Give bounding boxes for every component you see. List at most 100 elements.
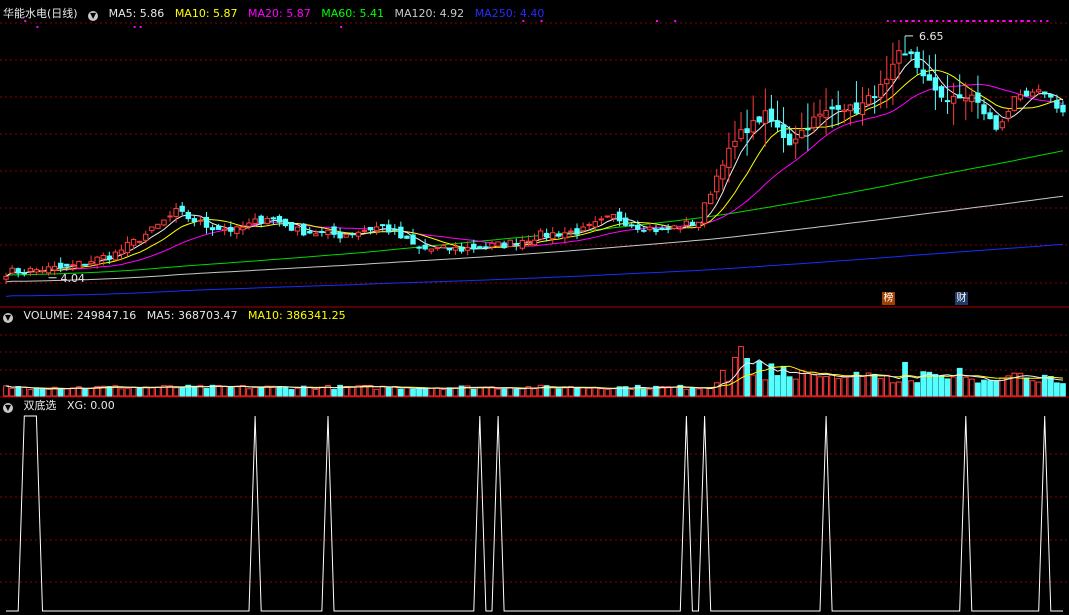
candle-body [337,231,343,239]
signal-marker [983,20,986,22]
volume-bar [142,386,149,397]
high-price-label: 6.65 [919,30,944,43]
candle [300,223,307,237]
candle-body [610,213,617,219]
volume-bar [968,378,975,397]
volume-bar [817,376,823,397]
candle [258,214,264,228]
signal-marker [965,20,968,22]
price-header: 华能水电(日线) ▼ MA5: 5.86 MA10: 5.87 MA20: 5.… [3,7,551,21]
candle [343,233,349,238]
volume-bar [440,389,447,397]
candle-body [477,246,483,249]
candle-body [252,218,258,224]
candle-body [969,94,975,103]
volume-bar [373,388,380,397]
candle [203,211,210,234]
candle [732,120,738,160]
signal-marker [924,20,927,22]
candle-body [768,108,775,122]
expand-icon[interactable]: ▼ [3,313,13,323]
volume-bar [732,357,738,397]
candle [398,221,404,240]
candle-body [556,233,562,237]
candle [756,115,762,125]
candle-body [422,244,428,250]
candle-body [671,225,677,230]
candle-body [884,78,890,85]
volume-bar [841,376,848,397]
candle [665,224,671,234]
candle-body [665,227,671,230]
candle-body [458,246,465,252]
candle-body [15,268,21,274]
volume-bar [604,389,611,397]
candle-body [793,138,799,144]
volume-bar [495,388,501,397]
volume-bar [513,388,520,397]
indicator-name: 双底选 [23,399,57,412]
candle [82,263,88,266]
signal-marker [899,20,902,22]
candle-body [878,84,884,98]
candle-body [981,104,987,115]
candle-body [805,128,811,131]
signal-marker [942,20,945,22]
volume-bar [88,387,94,397]
candle [944,75,951,114]
volume-bar [82,388,88,397]
candle-body [161,219,167,226]
ma120-label: MA120: 4.92 [394,7,465,20]
candle-body [483,246,489,249]
candle [720,159,726,191]
candle [410,228,416,245]
candle-body [434,246,440,250]
candle [39,266,46,274]
volume-bar [118,388,125,397]
volume-bar [416,387,422,397]
candle-body [3,275,9,280]
expand-icon[interactable]: ▼ [3,403,13,413]
candle-body [580,226,586,232]
volume-bar [1060,383,1066,397]
flag-finance[interactable]: 财 [955,292,968,305]
candle [774,100,781,132]
volume-bar [908,380,914,397]
candle-body [635,224,641,230]
volume-bar [738,346,744,397]
volume-bar [452,387,459,397]
candle [835,90,841,126]
candle [780,107,787,153]
signal-marker [674,20,677,22]
candle [501,240,507,249]
candle [428,248,434,255]
candle-body [21,272,27,275]
candle [1029,88,1036,97]
volume-bar [385,387,392,397]
candle-body [550,232,556,240]
ma60-label: MA60: 5.41 [321,7,384,20]
candle-body [762,110,769,124]
volume-bar [647,388,653,397]
candle-body [811,116,817,128]
candle-body [307,231,313,234]
expand-icon[interactable]: ▼ [88,11,99,21]
candle [337,227,343,243]
volume-ma10-label: MA10: 386341.25 [247,309,346,322]
candle-body [738,129,744,140]
candle-body [167,215,173,218]
candle [701,202,708,228]
volume-bar [896,381,902,397]
candle-body [464,247,471,251]
signal-marker [960,20,963,22]
volume-bar [774,375,781,397]
volume-bar [57,388,64,397]
ma20-label: MA20: 5.87 [248,7,311,20]
signal-marker [972,20,975,22]
candle [3,272,9,285]
flag-ranking[interactable]: 榜 [882,292,895,305]
candle-body [361,229,368,232]
candle-body [750,120,756,133]
volume-bar [987,380,993,397]
candle-body [51,265,58,271]
